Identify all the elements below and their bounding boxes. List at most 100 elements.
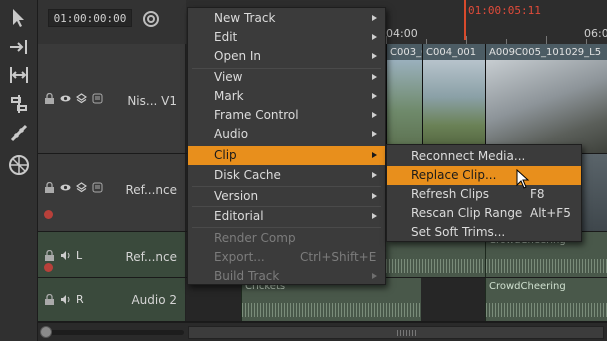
menu-separator bbox=[192, 227, 381, 228]
menu-item-version[interactable]: Version bbox=[188, 187, 385, 206]
menu-item-label: Mark bbox=[214, 89, 244, 103]
menu-item-label: View bbox=[214, 70, 243, 84]
menu-item-open-in[interactable]: Open In bbox=[188, 47, 385, 66]
menu-item-label: Clip bbox=[214, 148, 237, 162]
select-tool-icon[interactable] bbox=[6, 6, 32, 30]
clip-label: CrowdCheering bbox=[489, 281, 566, 292]
track-name: Nis... V1 bbox=[127, 94, 177, 108]
track-select-tool-icon[interactable] bbox=[6, 35, 32, 59]
zoom-slider-handle[interactable] bbox=[40, 326, 52, 338]
menu-item-label: Open In bbox=[214, 49, 262, 63]
submenu-arrow-icon bbox=[372, 15, 377, 21]
submenu-arrow-icon bbox=[372, 273, 377, 279]
lock-icon[interactable] bbox=[44, 181, 55, 193]
menu-item-mark[interactable]: Mark bbox=[188, 87, 385, 106]
menu-item-disk-cache[interactable]: Disk Cache bbox=[188, 166, 385, 185]
menu-item-label: New Track bbox=[214, 11, 276, 25]
menu-item-export[interactable]: Export... Ctrl+Shift+E bbox=[188, 248, 385, 267]
menu-item-build-track[interactable]: Build Track bbox=[188, 267, 385, 286]
menu-item-label: Frame Control bbox=[214, 108, 299, 122]
track-header[interactable]: L Ref...nce bbox=[38, 232, 186, 277]
track-name: Audio 2 bbox=[131, 293, 177, 307]
menu-item-label: Export... bbox=[214, 250, 265, 264]
menu-item-new-track[interactable]: New Track bbox=[188, 9, 385, 28]
ruler-label: 06:00 bbox=[584, 27, 607, 40]
submenu-arrow-icon bbox=[372, 53, 377, 59]
menu-item-label: Reconnect Media... bbox=[411, 149, 526, 163]
menu-item-label: Rescan Clip Range bbox=[411, 206, 523, 220]
lock-icon[interactable] bbox=[44, 293, 55, 305]
razor-tool-icon[interactable] bbox=[6, 121, 32, 145]
track-name: Ref...nce bbox=[125, 183, 177, 197]
menu-item-label: Render Comp bbox=[214, 231, 296, 245]
zoom-slider[interactable] bbox=[42, 330, 184, 335]
clip-label: C003_006 bbox=[390, 47, 422, 58]
timeline-editor-window: 01:00:00:00 04:00 01:00:05:11 06:00 bbox=[0, 0, 607, 341]
tool-palette bbox=[0, 0, 38, 341]
menu-item-edit[interactable]: Edit bbox=[188, 28, 385, 47]
ripple-tool-icon[interactable] bbox=[6, 63, 32, 87]
speaker-icon[interactable] bbox=[60, 250, 71, 261]
clip[interactable]: C004_001 bbox=[422, 44, 485, 153]
menu-item-label: Replace Clip... bbox=[411, 168, 497, 182]
mouse-cursor-icon bbox=[516, 169, 530, 189]
playhead-timecode: 01:00:05:11 bbox=[468, 4, 541, 17]
record-indicator bbox=[44, 263, 53, 272]
menu-item-label: Editorial bbox=[214, 209, 264, 223]
menu-item-label: Audio bbox=[214, 127, 249, 141]
submenu-arrow-icon bbox=[372, 213, 377, 219]
eye-icon[interactable] bbox=[60, 93, 71, 104]
menu-shortcut: Ctrl+Shift+E bbox=[300, 250, 377, 264]
submenu-arrow-icon bbox=[372, 172, 377, 178]
menu-item-view[interactable]: View bbox=[188, 68, 385, 87]
submenu-arrow-icon bbox=[372, 112, 377, 118]
timecode-display[interactable]: 01:00:00:00 bbox=[48, 9, 132, 27]
slip-tool-icon[interactable] bbox=[6, 92, 32, 116]
clip[interactable]: C003_006 bbox=[386, 44, 422, 153]
menu-item-audio[interactable]: Audio bbox=[188, 125, 385, 144]
channel-label[interactable]: L bbox=[76, 250, 82, 261]
scroll-grip-icon[interactable] bbox=[397, 330, 417, 336]
channel-label[interactable]: R bbox=[76, 294, 84, 305]
horizontal-scrollbar[interactable] bbox=[188, 326, 604, 339]
audio-clip[interactable]: CrowdCheering bbox=[485, 278, 607, 321]
blend-icon[interactable] bbox=[92, 93, 103, 104]
layers-icon[interactable] bbox=[75, 93, 88, 104]
layers-icon[interactable] bbox=[75, 182, 88, 193]
menu-item-label: Edit bbox=[214, 30, 238, 44]
menu-item-label: Version bbox=[214, 189, 259, 203]
multi-view-tool-icon[interactable] bbox=[6, 153, 32, 177]
menu-item-refresh-clips[interactable]: Refresh Clips F8 bbox=[387, 185, 581, 204]
submenu-arrow-icon bbox=[372, 74, 377, 80]
menu-item-replace-clip[interactable]: Replace Clip... bbox=[387, 166, 581, 185]
snap-icon[interactable] bbox=[142, 9, 162, 29]
record-indicator bbox=[44, 210, 53, 219]
menu-item-render-comp[interactable]: Render Comp bbox=[188, 229, 385, 248]
menu-item-set-soft-trims[interactable]: Set Soft Trims... bbox=[387, 223, 581, 242]
context-menu: New Track Edit Open In View Mark Frame C… bbox=[187, 7, 386, 285]
clip-submenu: Reconnect Media... Replace Clip... Refre… bbox=[386, 144, 582, 242]
playhead[interactable] bbox=[464, 0, 466, 40]
track-header[interactable]: R Audio 2 bbox=[38, 278, 186, 321]
clip-label: C004_001 bbox=[426, 47, 477, 58]
blend-icon[interactable] bbox=[92, 182, 103, 193]
eye-icon[interactable] bbox=[60, 182, 71, 193]
menu-item-frame-control[interactable]: Frame Control bbox=[188, 106, 385, 125]
submenu-arrow-icon bbox=[372, 193, 377, 199]
lock-icon[interactable] bbox=[44, 249, 55, 261]
menu-shortcut: Alt+F5 bbox=[530, 206, 571, 220]
menu-item-clip[interactable]: Clip bbox=[188, 146, 385, 165]
menu-item-label: Refresh Clips bbox=[411, 187, 490, 201]
speaker-icon[interactable] bbox=[60, 294, 71, 305]
lock-icon[interactable] bbox=[44, 92, 55, 104]
menu-item-label: Build Track bbox=[214, 269, 280, 283]
menu-item-label: Disk Cache bbox=[214, 168, 281, 182]
timeline-scrollbar bbox=[38, 322, 607, 341]
clip[interactable]: A009C005_101029_L5 bbox=[485, 44, 607, 153]
track-header[interactable]: Nis... V1 bbox=[38, 44, 186, 153]
submenu-arrow-icon bbox=[372, 34, 377, 40]
menu-item-editorial[interactable]: Editorial bbox=[188, 207, 385, 226]
track-header[interactable]: Ref...nce bbox=[38, 154, 186, 231]
menu-item-reconnect-media[interactable]: Reconnect Media... bbox=[387, 147, 581, 166]
menu-item-rescan-clip-range[interactable]: Rescan Clip Range Alt+F5 bbox=[387, 204, 581, 223]
